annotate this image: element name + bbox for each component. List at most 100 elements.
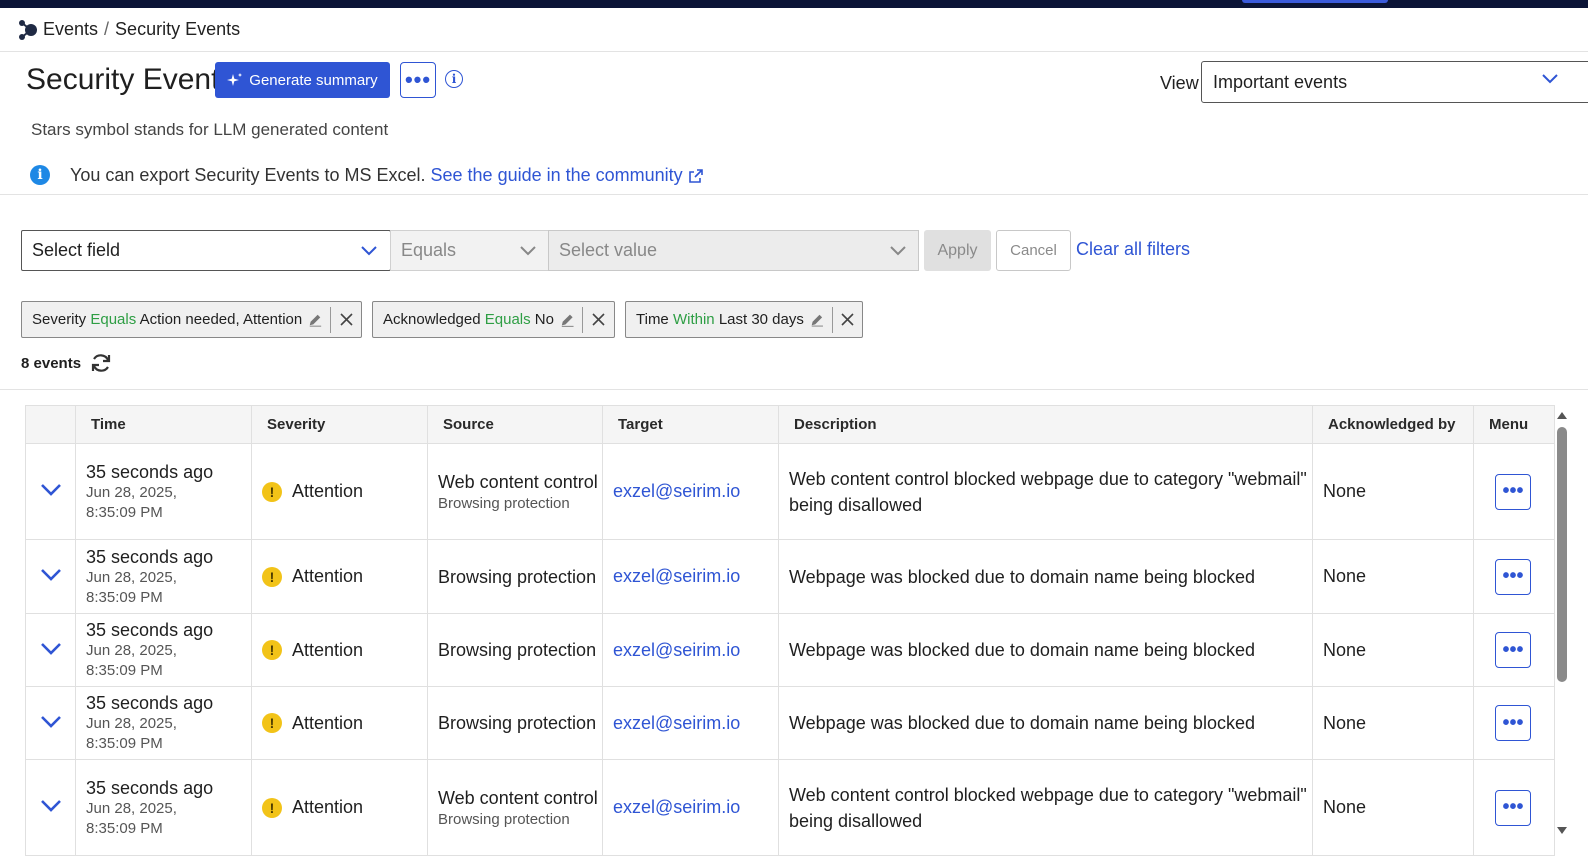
- chevron-down-icon[interactable]: [40, 483, 62, 497]
- source-cell: Browsing protection: [427, 539, 603, 614]
- view-select[interactable]: Important events: [1201, 61, 1588, 103]
- target-link[interactable]: exzel@seirim.io: [613, 566, 740, 586]
- time-clock: 8:35:09 PM: [86, 662, 163, 679]
- edit-pencil-icon[interactable]: [810, 312, 824, 328]
- table-row[interactable]: 35 seconds ago Jun 28, 2025, 8:35:09 PM ! A…: [25, 443, 1555, 540]
- attention-icon: !: [262, 713, 282, 733]
- cancel-filter-button[interactable]: Cancel: [996, 230, 1071, 271]
- severity-cell: ! Attention: [251, 686, 428, 760]
- refresh-icon[interactable]: [90, 352, 112, 374]
- expand-cell[interactable]: [25, 443, 76, 540]
- menu-cell: •••: [1473, 759, 1555, 856]
- table-row[interactable]: 35 seconds ago Jun 28, 2025, 8:35:09 PM ! A…: [25, 539, 1555, 614]
- view-label: View: [1160, 73, 1199, 93]
- events-logo-icon: [19, 19, 37, 40]
- chip-text: Time Within Last 30 days: [636, 311, 804, 328]
- source-cell: Web content control Browsing protection: [427, 443, 603, 540]
- source-main: Browsing protection: [438, 640, 597, 660]
- column-header-acknowledged-by[interactable]: Acknowledged by: [1312, 405, 1474, 444]
- acknowledged-cell: None: [1312, 686, 1474, 760]
- source-main: Web content control: [438, 471, 598, 492]
- attention-icon: !: [262, 481, 282, 502]
- event-count: 8 events: [21, 355, 82, 372]
- time-cell: 35 seconds ago Jun 28, 2025, 8:35:09 PM: [75, 686, 252, 760]
- severity-label: Attention: [292, 712, 364, 733]
- description-cell: Web content control blocked webpage due …: [778, 443, 1313, 540]
- close-icon: [339, 313, 353, 326]
- column-header-source[interactable]: Source: [427, 405, 603, 444]
- severity-cell: ! Attention: [251, 613, 428, 687]
- source-sub: Browsing protection: [438, 810, 570, 828]
- generate-summary-button[interactable]: Generate summary: [215, 62, 390, 98]
- chevron-down-icon[interactable]: [40, 642, 62, 656]
- target-cell: exzel@seirim.io: [602, 539, 779, 614]
- time-clock: 8:35:09 PM: [86, 503, 163, 521]
- column-header-description[interactable]: Description: [778, 405, 1313, 444]
- expand-cell[interactable]: [25, 613, 76, 687]
- table-row[interactable]: 35 seconds ago Jun 28, 2025, 8:35:09 PM ! A…: [25, 686, 1555, 760]
- expand-cell[interactable]: [25, 539, 76, 614]
- target-link[interactable]: exzel@seirim.io: [613, 481, 740, 501]
- table-row[interactable]: 35 seconds ago Jun 28, 2025, 8:35:09 PM ! A…: [25, 759, 1555, 856]
- row-menu-button[interactable]: •••: [1495, 558, 1531, 595]
- menu-cell: •••: [1473, 443, 1555, 540]
- chevron-down-icon[interactable]: [40, 568, 62, 582]
- close-icon: [841, 313, 854, 326]
- column-header-time[interactable]: Time: [75, 405, 252, 444]
- filter-value-placeholder: Select value: [559, 240, 658, 260]
- source-main: Browsing protection: [438, 566, 597, 587]
- row-menu-button[interactable]: •••: [1495, 473, 1531, 510]
- expand-cell[interactable]: [25, 686, 76, 760]
- target-link[interactable]: exzel@seirim.io: [613, 640, 740, 660]
- filter-chip-acknowledged[interactable]: Acknowledged Equals No: [372, 301, 615, 338]
- table-row[interactable]: 35 seconds ago Jun 28, 2025, 8:35:09 PM ! A…: [25, 613, 1555, 687]
- more-options-button[interactable]: •••: [400, 62, 436, 98]
- target-link[interactable]: exzel@seirim.io: [613, 797, 740, 817]
- source-main: Browsing protection: [438, 713, 597, 733]
- edit-pencil-icon[interactable]: [560, 312, 574, 328]
- acknowledged-cell: None: [1312, 443, 1474, 540]
- filter-chip-time[interactable]: Time Within Last 30 days: [625, 301, 863, 338]
- filter-field-select[interactable]: Select field: [21, 230, 391, 271]
- row-menu-button[interactable]: •••: [1495, 789, 1531, 826]
- time-clock: 8:35:09 PM: [86, 819, 163, 837]
- scroll-up-arrow-icon[interactable]: [1556, 410, 1568, 420]
- filter-value-select[interactable]: Select value: [548, 230, 919, 271]
- column-header-severity[interactable]: Severity: [251, 405, 428, 444]
- breadcrumb-current: Security Events: [115, 19, 241, 39]
- menu-cell: •••: [1473, 539, 1555, 614]
- remove-chip-button[interactable]: [833, 313, 862, 326]
- clear-all-filters-link[interactable]: Clear all filters: [1076, 239, 1190, 260]
- severity-label: Attention: [292, 639, 364, 660]
- severity-label: Attention: [292, 481, 364, 501]
- target-link[interactable]: exzel@seirim.io: [613, 713, 740, 733]
- time-clock: 8:35:09 PM: [86, 588, 163, 606]
- chevron-down-icon: [890, 246, 906, 256]
- remove-chip-button[interactable]: [583, 313, 614, 326]
- scrollbar-thumb[interactable]: [1557, 427, 1567, 682]
- apply-filter-button[interactable]: Apply: [924, 230, 991, 271]
- active-tab-indicator: [1242, 0, 1388, 3]
- time-cell: 35 seconds ago Jun 28, 2025, 8:35:09 PM: [75, 613, 252, 687]
- column-header-target[interactable]: Target: [602, 405, 779, 444]
- attention-icon: !: [262, 566, 282, 587]
- info-text: You can export Security Events to MS Exc…: [70, 165, 703, 186]
- source-cell: Web content control Browsing protection: [427, 759, 603, 856]
- target-cell: exzel@seirim.io: [602, 613, 779, 687]
- filter-operator-value: Equals: [401, 240, 457, 260]
- chevron-down-icon[interactable]: [40, 799, 62, 813]
- column-header-expand: [25, 405, 76, 444]
- time-ago: 35 seconds ago: [86, 620, 214, 640]
- info-icon[interactable]: i: [445, 70, 463, 88]
- scroll-down-arrow-icon[interactable]: [1556, 826, 1568, 836]
- table-header-row: Time Severity Source Target Description …: [25, 405, 1555, 444]
- expand-cell[interactable]: [25, 759, 76, 856]
- community-guide-link[interactable]: See the guide in the community: [431, 165, 683, 185]
- edit-pencil-icon[interactable]: [308, 312, 322, 328]
- row-menu-button[interactable]: •••: [1495, 705, 1531, 741]
- chevron-down-icon[interactable]: [40, 715, 62, 729]
- breadcrumb-events-link[interactable]: Events: [43, 19, 98, 40]
- row-menu-button[interactable]: •••: [1495, 632, 1531, 668]
- filter-chip-severity[interactable]: Severity Equals Action needed, Attention: [21, 301, 362, 338]
- remove-chip-button[interactable]: [331, 313, 361, 326]
